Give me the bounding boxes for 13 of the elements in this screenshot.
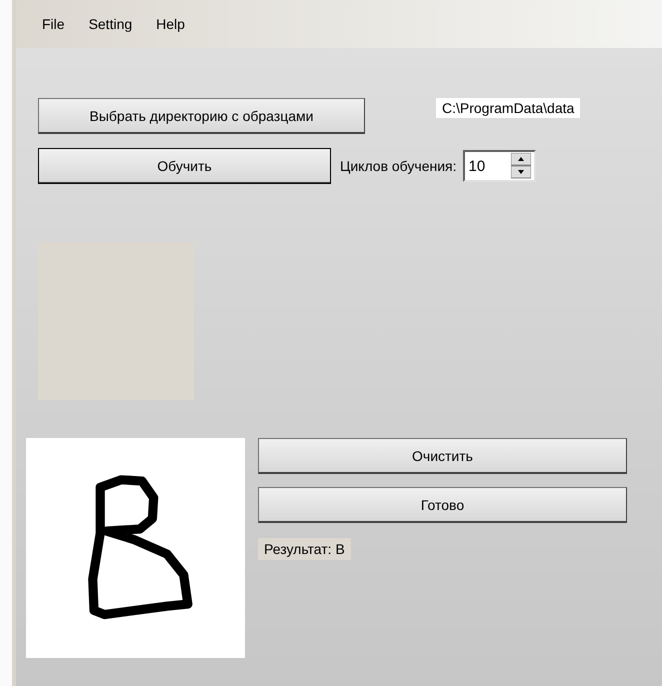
done-button[interactable]: Готово (258, 487, 627, 523)
train-button[interactable]: Обучить (38, 148, 331, 184)
clear-button[interactable]: Очистить (258, 438, 627, 474)
cycles-spinner[interactable]: 10 (462, 150, 536, 182)
cycles-label: Циклов обучения: (340, 158, 456, 174)
menu-item[interactable]: File (30, 16, 77, 32)
result-label: Результат: B (258, 538, 351, 560)
menu-item[interactable]: Help (144, 16, 197, 32)
path-label: C:\ProgramData\data (436, 98, 580, 118)
menu-item[interactable]: Setting (76, 16, 144, 32)
drawing-canvas[interactable] (26, 438, 245, 658)
spin-arrows-icon[interactable] (510, 153, 530, 179)
choose-directory-button[interactable]: Выбрать директорию с образцами (38, 98, 365, 134)
